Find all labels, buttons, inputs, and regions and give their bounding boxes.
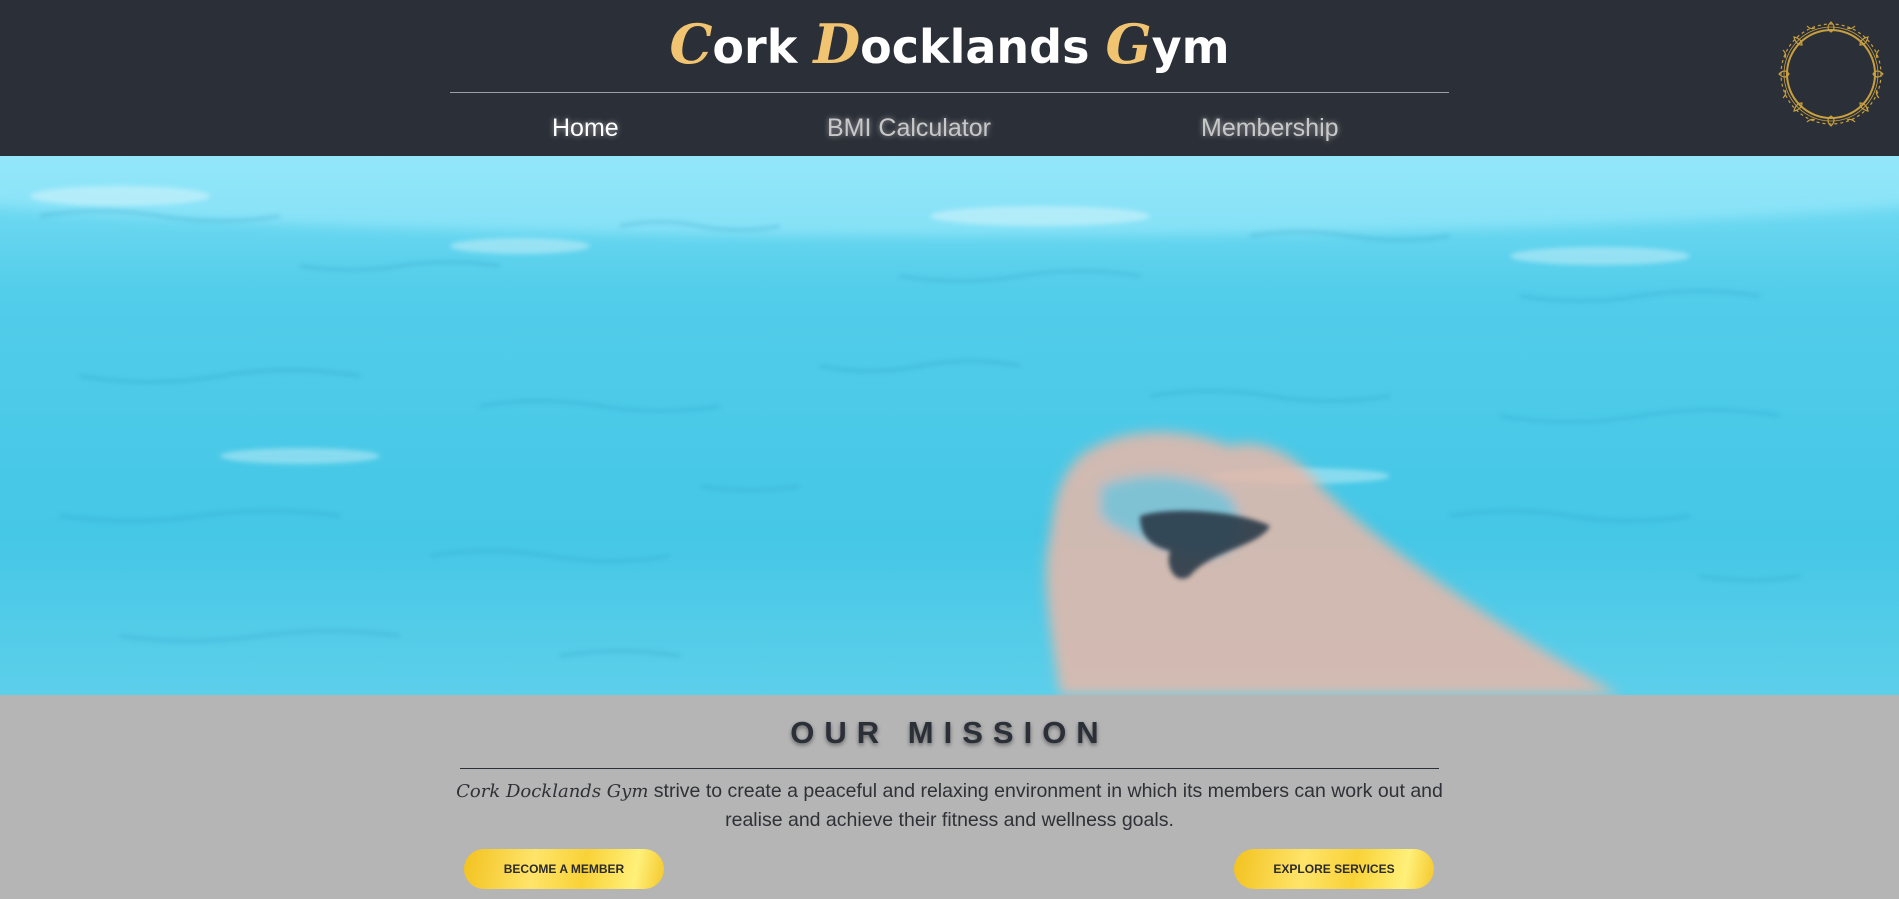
mission-section: OUR MISSION Cork Docklands Gym strive to… <box>0 695 1899 899</box>
title-initial-c: C <box>669 12 713 76</box>
title-part-ym: ym <box>1151 20 1230 74</box>
ornate-circle-frame-icon[interactable] <box>1777 20 1885 128</box>
mission-body-text: strive to create a peaceful and relaxing… <box>648 780 1443 831</box>
nav-home[interactable]: Home <box>552 106 619 150</box>
title-part-ocklands: ocklands <box>860 20 1106 74</box>
pool-water-illustration <box>0 156 1899 695</box>
header-divider <box>450 92 1449 93</box>
become-member-button[interactable]: BECOME A MEMBER <box>464 849 664 889</box>
nav-bmi-calculator[interactable]: BMI Calculator <box>827 106 991 150</box>
mission-text: Cork Docklands Gym strive to create a pe… <box>455 777 1444 835</box>
site-header: Cork Docklands Gym Home BMI Calculator M… <box>0 0 1899 156</box>
title-initial-d: D <box>813 12 861 76</box>
hero-swimmer-image <box>0 156 1899 695</box>
page: Cork Docklands Gym Home BMI Calculator M… <box>0 0 1899 899</box>
mission-brand-name: Cork Docklands Gym <box>456 781 649 802</box>
explore-services-button[interactable]: EXPLORE SERVICES <box>1234 849 1434 889</box>
title-initial-g: G <box>1105 12 1152 76</box>
site-title[interactable]: Cork Docklands Gym <box>0 10 1899 81</box>
nav-membership[interactable]: Membership <box>1201 106 1339 150</box>
title-part-ork: ork <box>712 20 814 74</box>
mission-divider <box>460 768 1439 769</box>
main-nav: Home BMI Calculator Membership <box>450 106 1449 150</box>
mission-heading: OUR MISSION <box>790 715 1109 750</box>
